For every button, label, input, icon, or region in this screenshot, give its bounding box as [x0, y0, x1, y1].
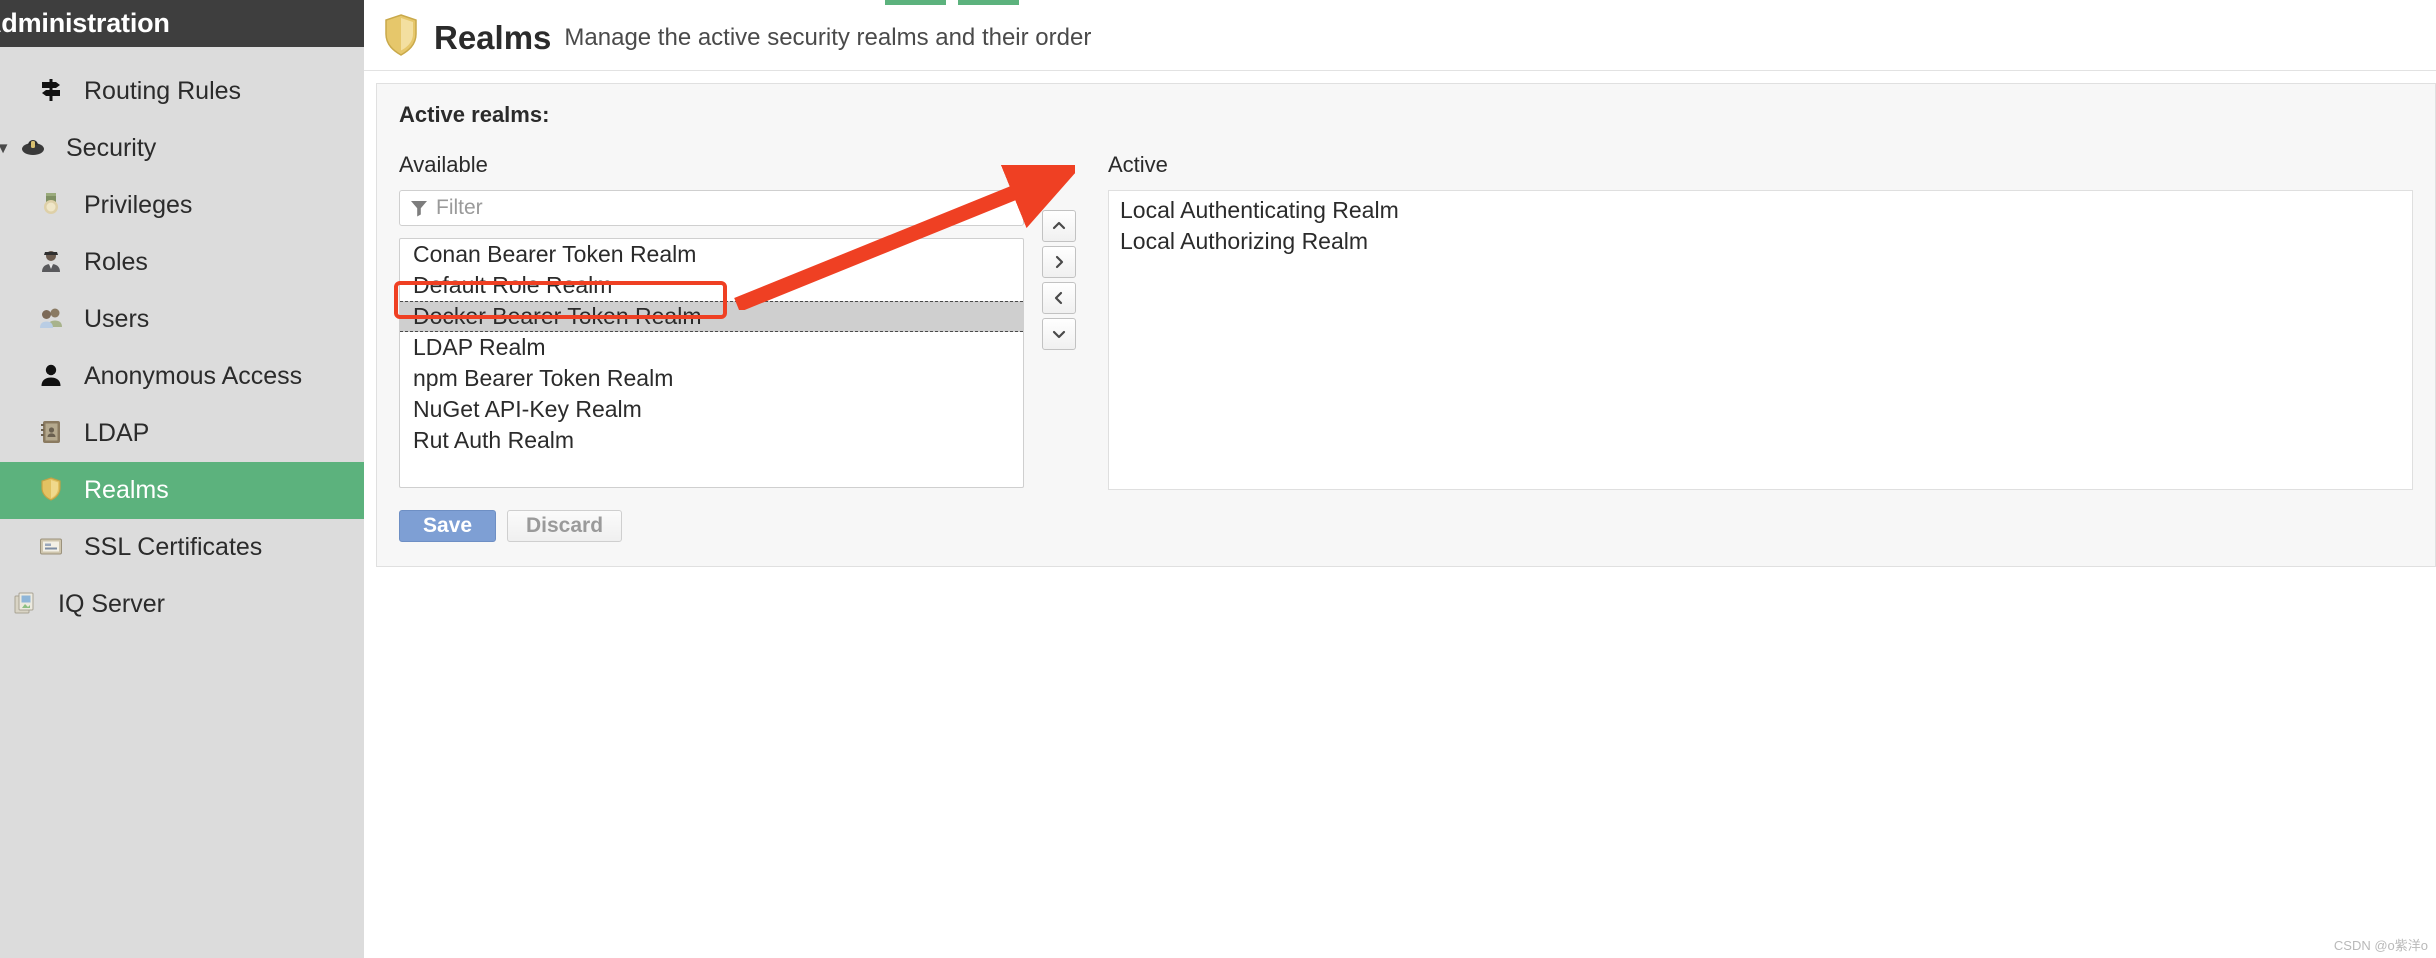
sidebar-item-label: Security — [66, 134, 157, 162]
page-header: Realms Manage the active security realms… — [364, 5, 2436, 71]
sidebar-item-label: Anonymous Access — [84, 362, 303, 390]
sidebar-item-iq-server[interactable]: IQ Server — [0, 576, 364, 633]
list-item[interactable]: NuGet API-Key Realm — [400, 394, 1023, 425]
sidebar-item-routing-rules[interactable]: Routing Rules — [0, 63, 364, 120]
content-area: Active realms: Available Conan Bearer T — [364, 71, 2436, 567]
sidebar-item-anonymous-access[interactable]: Anonymous Access — [0, 348, 364, 405]
list-item[interactable]: Default Role Realm — [400, 270, 1023, 301]
sidebar-header: Administration — [0, 0, 364, 47]
sidebar-item-ldap[interactable]: LDAP — [0, 405, 364, 462]
officer-icon — [34, 248, 68, 278]
medal-icon — [34, 191, 68, 221]
panel-title: Active realms: — [399, 102, 550, 127]
sidebar-item-users[interactable]: Users — [0, 291, 364, 348]
security-badge-icon — [16, 134, 50, 164]
sidebar-item-ssl-certificates[interactable]: SSL Certificates — [0, 519, 364, 576]
sidebar-item-realms[interactable]: Realms — [0, 462, 364, 519]
sidebar-item-label: Users — [84, 305, 150, 333]
main-content: Realms Manage the active security realms… — [364, 5, 2436, 958]
active-label: Active — [1108, 152, 1168, 177]
sidebar-item-privileges[interactable]: Privileges — [0, 177, 364, 234]
list-item[interactable]: npm Bearer Token Realm — [400, 363, 1023, 394]
list-item[interactable]: Conan Bearer Token Realm — [400, 239, 1023, 270]
available-listbox[interactable]: Conan Bearer Token Realm Default Role Re… — [399, 238, 1024, 488]
save-button[interactable]: Save — [399, 510, 496, 542]
realms-panel: Active realms: Available Conan Bearer T — [376, 83, 2436, 567]
watermark: CSDN @o紫洋o — [2333, 938, 2428, 953]
users-icon — [34, 305, 68, 335]
sidebar-item-label: Privileges — [84, 191, 193, 219]
list-item-selected[interactable]: Docker Bearer Token Realm — [400, 301, 1023, 332]
move-left-button[interactable] — [1042, 282, 1076, 314]
search-input[interactable] — [436, 196, 1013, 220]
sidebar-item-roles[interactable]: Roles — [0, 234, 364, 291]
address-book-icon — [34, 419, 68, 449]
list-item[interactable]: Local Authorizing Realm — [1109, 226, 2412, 257]
iq-server-icon — [8, 590, 42, 620]
certificate-icon — [34, 533, 68, 563]
signpost-icon — [34, 77, 68, 107]
list-item[interactable]: LDAP Realm — [400, 332, 1023, 363]
sidebar-item-security[interactable]: ▼ Security — [0, 120, 364, 177]
filter-field[interactable] — [399, 190, 1024, 226]
panel-actions: Save Discard — [399, 510, 2413, 542]
active-listbox[interactable]: Local Authenticating Realm Local Authori… — [1108, 190, 2413, 490]
move-up-button[interactable] — [1042, 210, 1076, 242]
shield-icon — [34, 476, 68, 506]
active-column: Active Local Authenticating Realm Local … — [1108, 152, 2413, 490]
app-root: Administration Routing Rules ▼ Security — [0, 0, 2436, 958]
chevron-down-icon: ▼ — [0, 140, 11, 157]
discard-button[interactable]: Discard — [507, 510, 623, 542]
realm-picker: Available Conan Bearer Token Realm Defau… — [399, 152, 2413, 490]
shield-icon — [382, 13, 420, 63]
sidebar-item-label: IQ Server — [58, 590, 165, 618]
list-item[interactable]: Local Authenticating Realm — [1109, 195, 2412, 226]
available-label: Available — [399, 152, 488, 177]
sidebar-item-label: Roles — [84, 248, 148, 276]
sidebar-title: Administration — [0, 8, 170, 38]
sidebar: Administration Routing Rules ▼ Security — [0, 0, 364, 958]
sidebar-item-label: Realms — [84, 476, 169, 504]
move-right-button[interactable] — [1042, 246, 1076, 278]
funnel-icon — [410, 199, 428, 217]
transfer-buttons — [1024, 152, 1094, 354]
move-down-button[interactable] — [1042, 318, 1076, 350]
sidebar-item-label: SSL Certificates — [84, 533, 263, 561]
list-item[interactable]: Rut Auth Realm — [400, 425, 1023, 456]
sidebar-item-label: Routing Rules — [84, 77, 242, 105]
sidebar-item-label: LDAP — [84, 419, 150, 447]
page-title: Realms — [434, 18, 552, 56]
sidebar-nav: Routing Rules ▼ Security Privileges Role… — [0, 47, 364, 633]
page-subtitle: Manage the active security realms and th… — [564, 23, 1092, 51]
person-icon — [34, 362, 68, 392]
available-column: Available Conan Bearer Token Realm Defau… — [399, 152, 1024, 488]
